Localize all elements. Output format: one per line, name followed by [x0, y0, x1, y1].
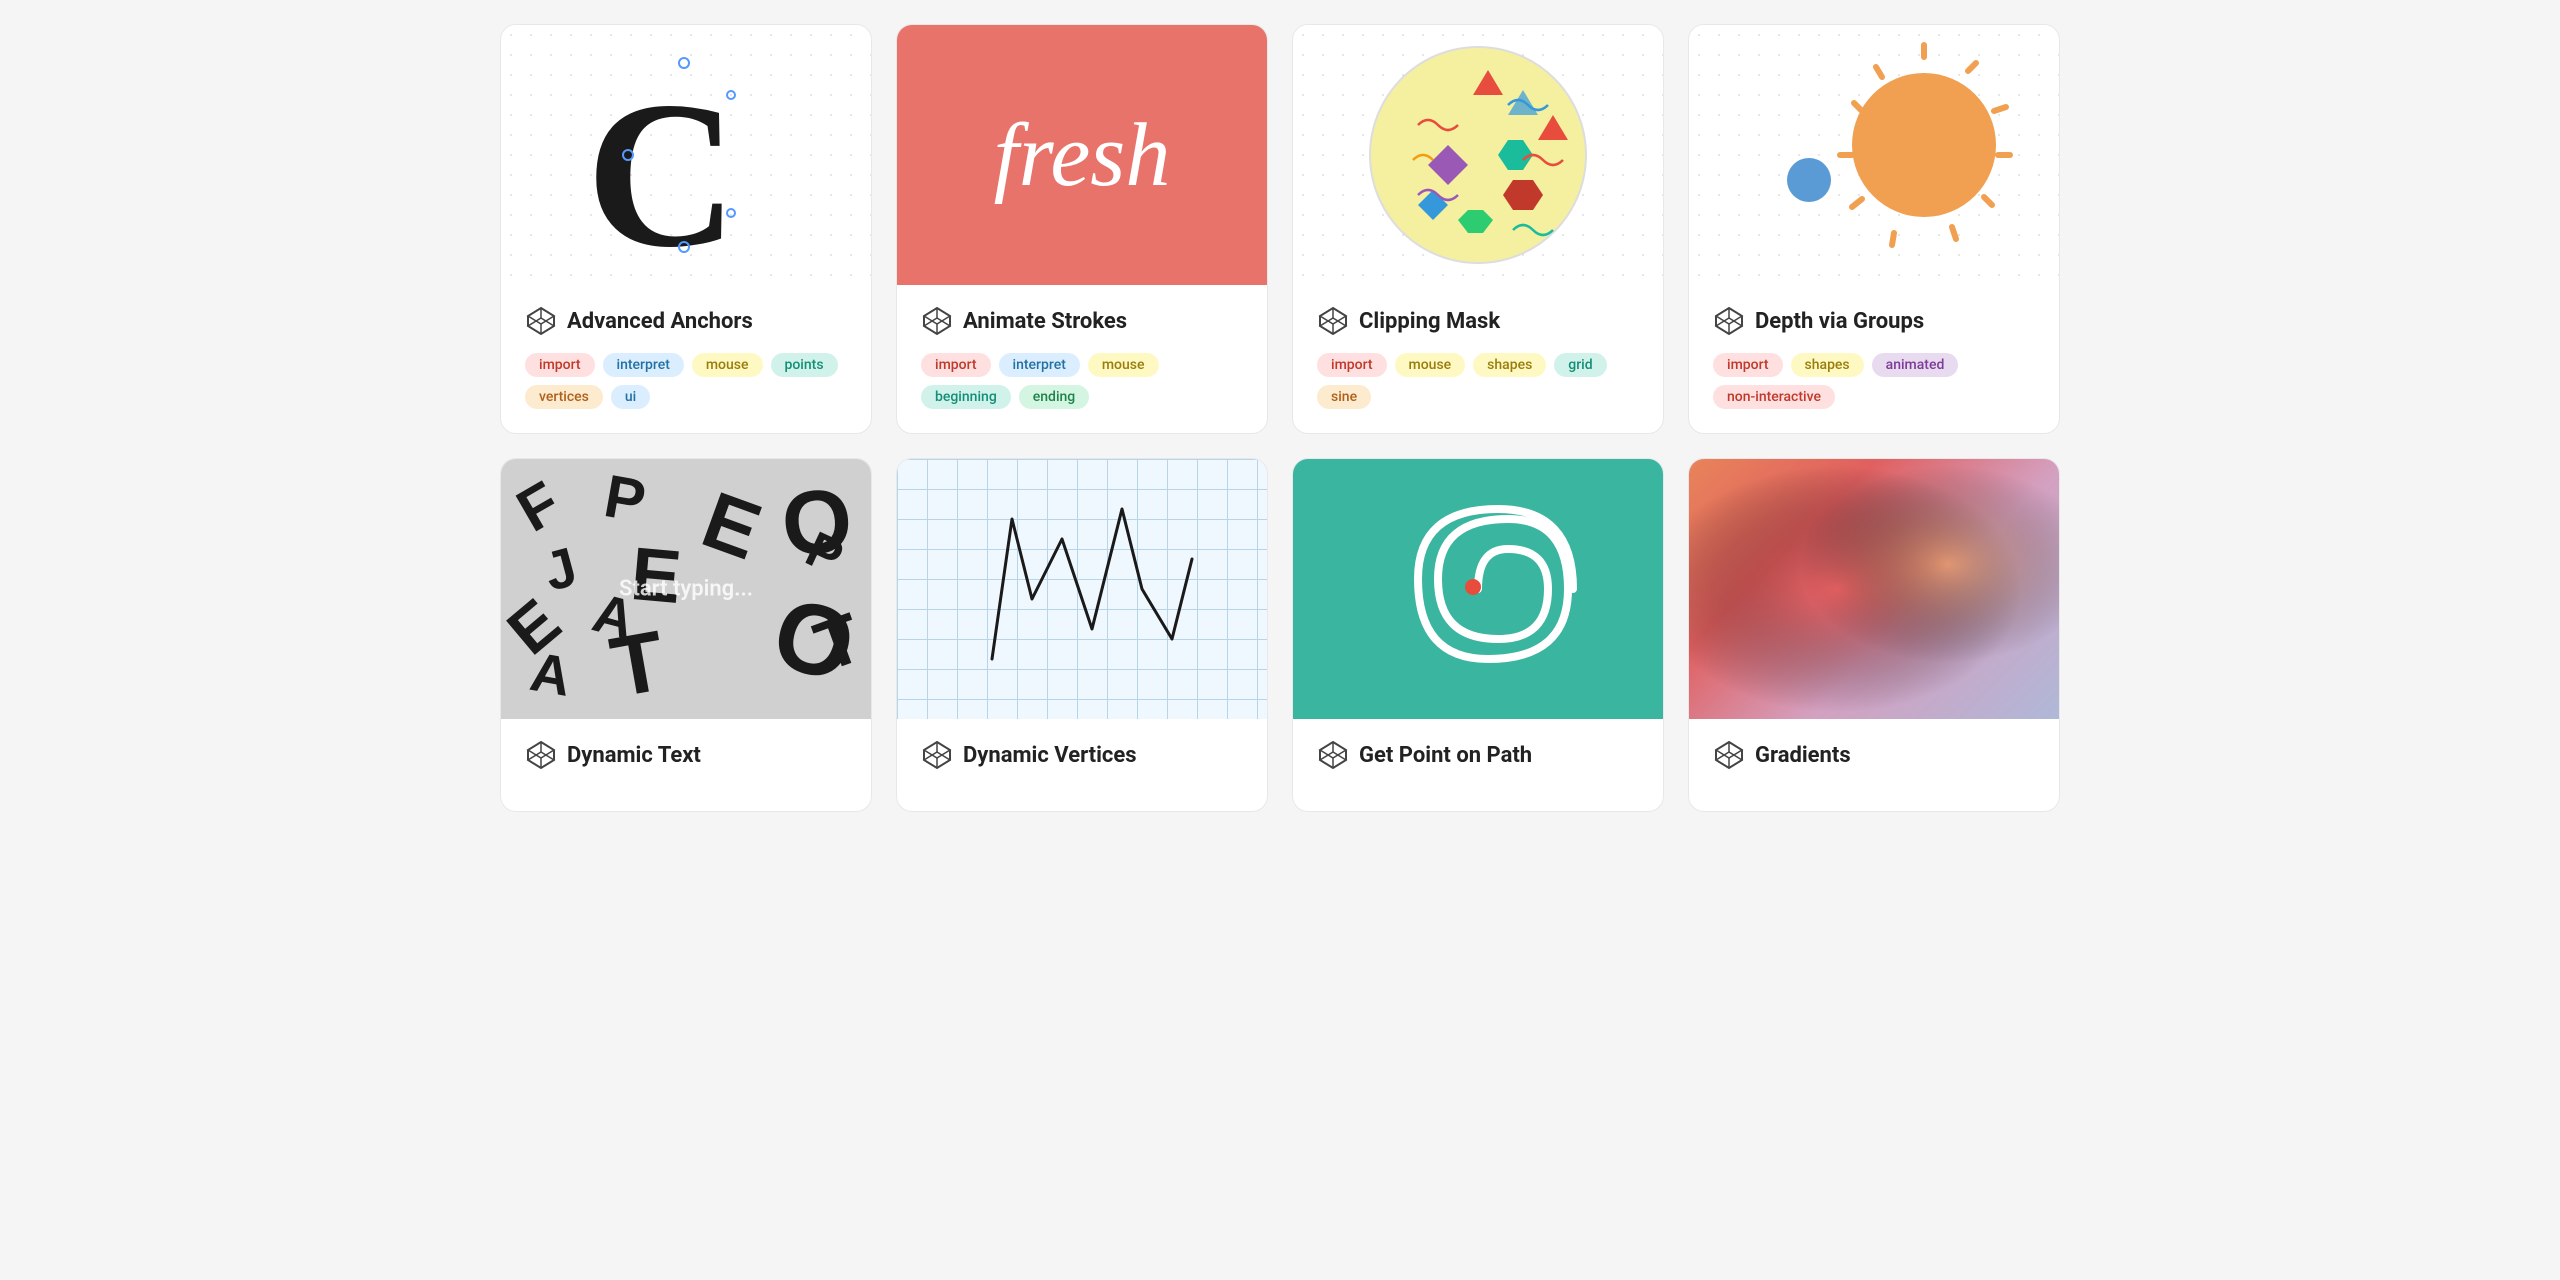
tag-shapes[interactable]: shapes — [1473, 353, 1546, 377]
card-title-row: Depth via Groups — [1713, 305, 2035, 337]
card-title: Gradients — [1755, 743, 1851, 768]
card-title-row: Dynamic Vertices — [921, 739, 1243, 771]
tag-shapes[interactable]: shapes — [1791, 353, 1864, 377]
codepen-icon — [1713, 739, 1745, 771]
card-info-advanced-anchors: Advanced Anchors import interpret mouse … — [501, 285, 871, 433]
card-image-advanced-anchors: C — [501, 25, 871, 285]
tag-ui[interactable]: ui — [611, 385, 650, 409]
spiral-illustration — [1348, 459, 1608, 719]
card-title-row: Clipping Mask — [1317, 305, 1639, 337]
card-get-point-on-path[interactable]: Get Point on Path — [1292, 458, 1664, 812]
tag-vertices[interactable]: vertices — [525, 385, 603, 409]
tag-ending[interactable]: ending — [1019, 385, 1089, 409]
card-info-animate-strokes: Animate Strokes import interpret mouse b… — [897, 285, 1267, 433]
tag-animated[interactable]: animated — [1872, 353, 1959, 377]
card-title: Dynamic Text — [567, 743, 701, 768]
tag-grid[interactable]: grid — [1554, 353, 1606, 377]
tag-mouse[interactable]: mouse — [1088, 353, 1159, 377]
codepen-icon — [525, 305, 557, 337]
fresh-text: fresh — [994, 104, 1171, 207]
letter-o-bottom: O — [761, 575, 866, 706]
card-image-dynamic-text: F P E O J E P E A T A T O Start typing..… — [501, 459, 871, 719]
card-gradients[interactable]: Gradients — [1688, 458, 2060, 812]
letter-j: J — [538, 534, 584, 604]
cards-grid: C Advanced Anchors — [500, 24, 2060, 812]
strokes-background: fresh — [897, 25, 1267, 285]
card-title-row: Dynamic Text — [525, 739, 847, 771]
tag-beginning[interactable]: beginning — [921, 385, 1011, 409]
depth-via-groups-illustration — [1714, 35, 2034, 275]
card-tags: import shapes animated non-interactive — [1713, 353, 2035, 409]
tag-import[interactable]: import — [525, 353, 595, 377]
tag-points[interactable]: points — [771, 353, 838, 377]
codepen-icon — [1317, 305, 1349, 337]
anchors-illustration: C — [576, 35, 796, 275]
card-tags: import interpret mouse beginning ending — [921, 353, 1243, 409]
dynamic-text-background: F P E O J E P E A T A T O Start typing..… — [501, 459, 871, 719]
card-info-get-point-on-path: Get Point on Path — [1293, 719, 1663, 811]
tag-interpret[interactable]: interpret — [603, 353, 684, 377]
card-info-clipping-mask: Clipping Mask import mouse shapes grid s… — [1293, 285, 1663, 433]
card-tags: import interpret mouse points vertices u… — [525, 353, 847, 409]
codepen-icon — [921, 305, 953, 337]
card-title: Dynamic Vertices — [963, 743, 1137, 768]
codepen-icon — [525, 739, 557, 771]
tag-mouse[interactable]: mouse — [1395, 353, 1466, 377]
tag-import[interactable]: import — [1317, 353, 1387, 377]
tag-sine[interactable]: sine — [1317, 385, 1371, 409]
vertices-background — [897, 459, 1267, 719]
card-clipping-mask[interactable]: Clipping Mask import mouse shapes grid s… — [1292, 24, 1664, 434]
card-info-dynamic-text: Dynamic Text — [501, 719, 871, 811]
card-tags: import mouse shapes grid sine — [1317, 353, 1639, 409]
card-title-row: Animate Strokes — [921, 305, 1243, 337]
card-dynamic-text[interactable]: F P E O J E P E A T A T O Start typing..… — [500, 458, 872, 812]
codepen-icon — [921, 739, 953, 771]
card-title-row: Advanced Anchors — [525, 305, 847, 337]
tag-import[interactable]: import — [921, 353, 991, 377]
tag-non-interactive[interactable]: non-interactive — [1713, 385, 1835, 409]
card-image-dynamic-vertices — [897, 459, 1267, 719]
card-title: Depth via Groups — [1755, 309, 1924, 334]
card-depth-via-groups[interactable]: Depth via Groups import shapes animated … — [1688, 24, 2060, 434]
card-title: Advanced Anchors — [567, 309, 753, 334]
card-title: Get Point on Path — [1359, 743, 1532, 768]
card-title: Animate Strokes — [963, 309, 1127, 334]
card-image-animate-strokes: fresh — [897, 25, 1267, 285]
codepen-icon — [1713, 305, 1745, 337]
card-advanced-anchors[interactable]: C Advanced Anchors — [500, 24, 872, 434]
card-animate-strokes[interactable]: fresh Animate Strokes import interpret — [896, 24, 1268, 434]
card-image-depth-via-groups — [1689, 25, 2059, 285]
card-image-clipping-mask — [1293, 25, 1663, 285]
codepen-icon — [1317, 739, 1349, 771]
path-background — [1293, 459, 1663, 719]
letter-p: P — [599, 461, 650, 536]
svg-text:C: C — [586, 59, 738, 275]
card-image-gradients — [1689, 459, 2059, 719]
letter-f: F — [505, 467, 571, 545]
card-title-row: Get Point on Path — [1317, 739, 1639, 771]
card-image-get-point-on-path — [1293, 459, 1663, 719]
gradients-background — [1689, 459, 2059, 719]
tag-mouse[interactable]: mouse — [692, 353, 763, 377]
card-dynamic-vertices[interactable]: Dynamic Vertices — [896, 458, 1268, 812]
letter-e: E — [690, 473, 772, 578]
gradients-illustration — [1689, 459, 2059, 719]
start-typing-text: Start typing... — [619, 577, 753, 602]
tag-interpret[interactable]: interpret — [999, 353, 1080, 377]
vertices-illustration — [932, 479, 1232, 699]
clipping-mask-illustration — [1358, 35, 1598, 275]
card-info-gradients: Gradients — [1689, 719, 2059, 811]
card-info-dynamic-vertices: Dynamic Vertices — [897, 719, 1267, 811]
card-title: Clipping Mask — [1359, 309, 1500, 334]
card-title-row: Gradients — [1713, 739, 2035, 771]
card-info-depth-via-groups: Depth via Groups import shapes animated … — [1689, 285, 2059, 433]
letter-t3: T — [604, 612, 672, 718]
tag-import[interactable]: import — [1713, 353, 1783, 377]
